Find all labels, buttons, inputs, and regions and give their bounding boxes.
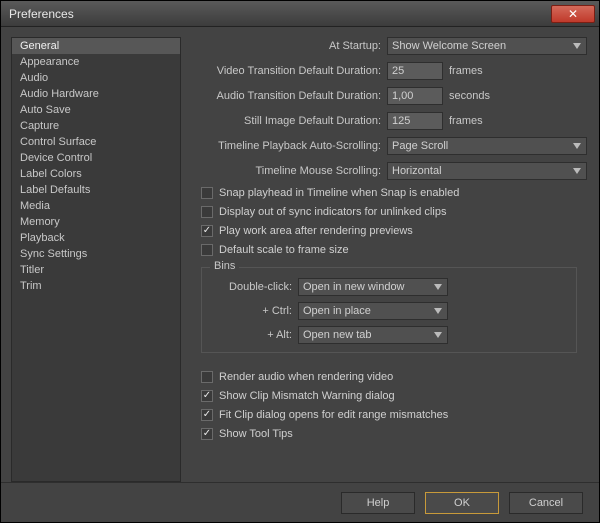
footer: Help OK Cancel	[1, 482, 599, 522]
check-label: Show Clip Mismatch Warning dialog	[219, 390, 395, 402]
checkbox-icon	[201, 206, 213, 218]
checkbox-icon	[201, 371, 213, 383]
label-bins-alt: + Alt:	[210, 329, 292, 341]
checkbox-icon	[201, 187, 213, 199]
chevron-down-icon	[571, 165, 583, 177]
check-play-work-area[interactable]: Play work area after rendering previews	[201, 225, 587, 237]
body: GeneralAppearanceAudioAudio HardwareAuto…	[1, 27, 599, 482]
check-label: Snap playhead in Timeline when Snap is e…	[219, 187, 459, 199]
check-label: Render audio when rendering video	[219, 371, 393, 383]
check-label: Play work area after rendering previews	[219, 225, 413, 237]
chevron-down-icon	[432, 329, 444, 341]
sidebar-item-control-surface[interactable]: Control Surface	[12, 134, 180, 150]
check-clip-mismatch[interactable]: Show Clip Mismatch Warning dialog	[201, 390, 587, 402]
check-fit-clip[interactable]: Fit Clip dialog opens for edit range mis…	[201, 409, 587, 421]
select-value: Open new tab	[303, 329, 372, 341]
unit-video-transition: frames	[449, 65, 483, 77]
row-mouse-scroll: Timeline Mouse Scrolling: Horizontal	[191, 162, 587, 180]
row-playback-scroll: Timeline Playback Auto-Scrolling: Page S…	[191, 137, 587, 155]
input-audio-transition[interactable]: 1,00	[387, 87, 443, 105]
sidebar-item-general[interactable]: General	[12, 38, 180, 54]
checkbox-icon	[201, 244, 213, 256]
checkbox-icon	[201, 409, 213, 421]
row-at-startup: At Startup: Show Welcome Screen	[191, 37, 587, 55]
select-value: Show Welcome Screen	[392, 40, 506, 52]
label-still-image: Still Image Default Duration:	[191, 115, 381, 127]
sidebar-item-sync-settings[interactable]: Sync Settings	[12, 246, 180, 262]
checkbox-icon	[201, 225, 213, 237]
select-playback-scroll[interactable]: Page Scroll	[387, 137, 587, 155]
preferences-window: Preferences ✕ GeneralAppearanceAudioAudi…	[0, 0, 600, 523]
select-bins-doubleclick[interactable]: Open in new window	[298, 278, 448, 296]
sidebar-item-label-defaults[interactable]: Label Defaults	[12, 182, 180, 198]
sidebar-item-appearance[interactable]: Appearance	[12, 54, 180, 70]
row-bins-doubleclick: Double-click: Open in new window	[210, 278, 568, 296]
chevron-down-icon	[432, 281, 444, 293]
select-value: Page Scroll	[392, 140, 448, 152]
label-at-startup: At Startup:	[191, 40, 381, 52]
select-value: Open in new window	[303, 281, 405, 293]
sidebar-item-memory[interactable]: Memory	[12, 214, 180, 230]
help-button[interactable]: Help	[341, 492, 415, 514]
label-playback-scroll: Timeline Playback Auto-Scrolling:	[191, 140, 381, 152]
row-still-image: Still Image Default Duration: 125 frames	[191, 112, 587, 130]
chevron-down-icon	[571, 140, 583, 152]
unit-still-image: frames	[449, 115, 483, 127]
main-panel: At Startup: Show Welcome Screen Video Tr…	[191, 37, 591, 482]
close-icon: ✕	[568, 8, 578, 20]
sidebar-item-auto-save[interactable]: Auto Save	[12, 102, 180, 118]
chevron-down-icon	[432, 305, 444, 317]
unit-audio-transition: seconds	[449, 90, 490, 102]
sidebar-item-device-control[interactable]: Device Control	[12, 150, 180, 166]
group-bins: Bins Double-click: Open in new window + …	[201, 267, 577, 353]
label-video-transition: Video Transition Default Duration:	[191, 65, 381, 77]
titlebar[interactable]: Preferences ✕	[1, 1, 599, 27]
sidebar-item-titler[interactable]: Titler	[12, 262, 180, 278]
check-out-of-sync[interactable]: Display out of sync indicators for unlin…	[201, 206, 587, 218]
group-legend: Bins	[210, 260, 239, 272]
select-value: Horizontal	[392, 165, 442, 177]
chevron-down-icon	[571, 40, 583, 52]
select-at-startup[interactable]: Show Welcome Screen	[387, 37, 587, 55]
row-audio-transition: Audio Transition Default Duration: 1,00 …	[191, 87, 587, 105]
select-value: Open in place	[303, 305, 371, 317]
check-label: Show Tool Tips	[219, 428, 293, 440]
select-bins-alt[interactable]: Open new tab	[298, 326, 448, 344]
select-bins-ctrl[interactable]: Open in place	[298, 302, 448, 320]
check-tool-tips[interactable]: Show Tool Tips	[201, 428, 587, 440]
row-bins-alt: + Alt: Open new tab	[210, 326, 568, 344]
check-label: Default scale to frame size	[219, 244, 349, 256]
row-video-transition: Video Transition Default Duration: 25 fr…	[191, 62, 587, 80]
sidebar-item-audio-hardware[interactable]: Audio Hardware	[12, 86, 180, 102]
label-bins-doubleclick: Double-click:	[210, 281, 292, 293]
sidebar-item-capture[interactable]: Capture	[12, 118, 180, 134]
sidebar-item-label-colors[interactable]: Label Colors	[12, 166, 180, 182]
check-render-audio[interactable]: Render audio when rendering video	[201, 371, 587, 383]
ok-button[interactable]: OK	[425, 492, 499, 514]
checkbox-icon	[201, 390, 213, 402]
check-default-scale[interactable]: Default scale to frame size	[201, 244, 587, 256]
select-mouse-scroll[interactable]: Horizontal	[387, 162, 587, 180]
row-bins-ctrl: + Ctrl: Open in place	[210, 302, 568, 320]
check-label: Display out of sync indicators for unlin…	[219, 206, 446, 218]
cancel-button[interactable]: Cancel	[509, 492, 583, 514]
check-snap-playhead[interactable]: Snap playhead in Timeline when Snap is e…	[201, 187, 587, 199]
label-mouse-scroll: Timeline Mouse Scrolling:	[191, 165, 381, 177]
check-label: Fit Clip dialog opens for edit range mis…	[219, 409, 448, 421]
input-video-transition[interactable]: 25	[387, 62, 443, 80]
close-button[interactable]: ✕	[551, 5, 595, 23]
label-bins-ctrl: + Ctrl:	[210, 305, 292, 317]
checkbox-icon	[201, 428, 213, 440]
label-audio-transition: Audio Transition Default Duration:	[191, 90, 381, 102]
window-title: Preferences	[9, 7, 551, 21]
sidebar-item-media[interactable]: Media	[12, 198, 180, 214]
sidebar[interactable]: GeneralAppearanceAudioAudio HardwareAuto…	[11, 37, 181, 482]
sidebar-item-playback[interactable]: Playback	[12, 230, 180, 246]
sidebar-item-audio[interactable]: Audio	[12, 70, 180, 86]
sidebar-item-trim[interactable]: Trim	[12, 278, 180, 294]
input-still-image[interactable]: 125	[387, 112, 443, 130]
